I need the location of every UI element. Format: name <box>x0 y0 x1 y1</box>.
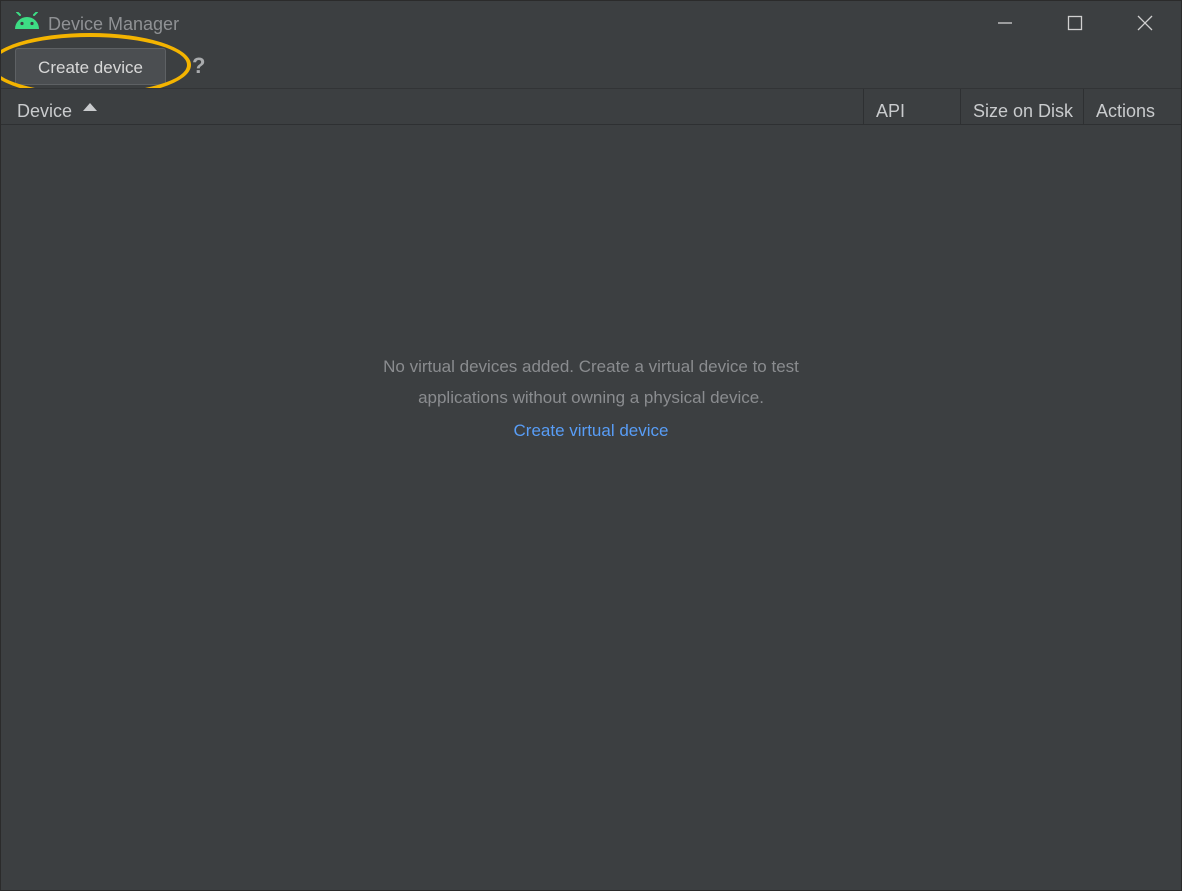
android-icon <box>14 11 40 32</box>
table-header: Device API Size on Disk Actions <box>1 88 1181 125</box>
maximize-icon <box>1067 15 1083 31</box>
minimize-button[interactable] <box>970 1 1040 45</box>
empty-state-line-1: No virtual devices added. Create a virtu… <box>383 357 799 376</box>
close-icon <box>1137 15 1153 31</box>
empty-state-line-2: applications without owning a physical d… <box>418 388 764 407</box>
column-header-api[interactable]: API <box>863 89 960 125</box>
create-device-button[interactable]: Create device <box>15 48 166 85</box>
empty-state-message: No virtual devices added. Create a virtu… <box>291 351 891 413</box>
column-header-actions[interactable]: Actions <box>1083 89 1181 125</box>
create-virtual-device-link[interactable]: Create virtual device <box>391 417 791 445</box>
device-table-body: No virtual devices added. Create a virtu… <box>1 125 1181 890</box>
toolbar: Create device ? <box>1 33 1181 97</box>
title-bar[interactable]: Device Manager <box>1 1 1181 45</box>
help-icon[interactable]: ? <box>192 53 205 79</box>
column-header-size-on-disk[interactable]: Size on Disk <box>960 89 1083 125</box>
maximize-button[interactable] <box>1040 1 1110 45</box>
column-header-device[interactable]: Device <box>17 89 72 125</box>
window-title: Device Manager <box>48 14 180 34</box>
minimize-icon <box>997 15 1013 31</box>
sort-ascending-icon[interactable] <box>83 103 97 111</box>
close-button[interactable] <box>1110 1 1180 45</box>
device-manager-window: Device Manager Create device ? Device AP… <box>0 0 1182 891</box>
